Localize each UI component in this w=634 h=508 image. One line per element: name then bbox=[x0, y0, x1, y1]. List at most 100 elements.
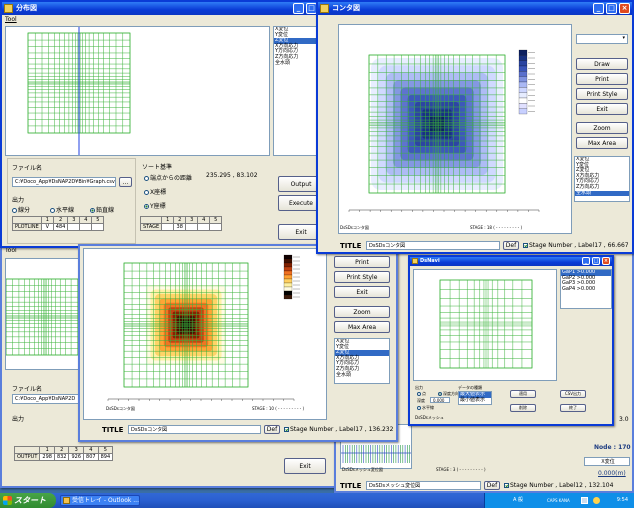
top-dropdown[interactable]: ▾ bbox=[576, 34, 628, 44]
mid-exit-button[interactable]: Exit bbox=[334, 286, 390, 298]
small-dir-list[interactable]: 最大値表示 最小値表示 bbox=[458, 391, 492, 405]
back-output-table[interactable]: 1 2 3 4 5 OUTPUT 298 832 926 807 894 bbox=[13, 446, 114, 461]
small-depth-input[interactable]: 0.000 bbox=[430, 397, 450, 403]
plotline-cell[interactable]: 484 bbox=[52, 223, 69, 231]
mesh-stage-check-icon[interactable] bbox=[504, 483, 509, 488]
plotline-cell[interactable] bbox=[91, 223, 105, 231]
radio-vertical-icon[interactable] bbox=[90, 208, 95, 213]
radio-line[interactable]: 線分 bbox=[12, 205, 30, 214]
small-delete-button[interactable]: 削除 bbox=[510, 404, 536, 412]
small-radio-vertical-label: 深度方向 bbox=[443, 391, 459, 396]
small-radio-vertical-icon[interactable] bbox=[438, 392, 442, 396]
mid-stage-checkbox[interactable]: Stage Number , Label17 , 136.232 bbox=[284, 426, 393, 433]
small-minimize-icon[interactable]: _ bbox=[582, 257, 590, 265]
top-print-style-button[interactable]: Print Style bbox=[576, 88, 628, 100]
small-radio-point[interactable]: 点 bbox=[417, 391, 426, 397]
plotline-table[interactable]: 1 2 3 4 5 PLOTLINE V 484 bbox=[12, 216, 105, 231]
top-def-button[interactable]: Def bbox=[503, 241, 519, 250]
tray-network-icon[interactable] bbox=[581, 497, 588, 504]
stage-cell[interactable] bbox=[185, 223, 199, 231]
small-dir-list-item[interactable]: 最小値表示 bbox=[459, 397, 491, 404]
mid-max-area-button[interactable]: Max Area bbox=[334, 321, 390, 333]
plotline-cell[interactable] bbox=[79, 223, 93, 231]
back-output-cell[interactable]: 807 bbox=[83, 453, 99, 461]
stage-cell[interactable] bbox=[209, 223, 223, 231]
small-close-icon[interactable]: × bbox=[602, 257, 610, 265]
small-plot-area bbox=[413, 269, 557, 381]
small-radio-horizontal[interactable]: 水平線 bbox=[417, 405, 434, 411]
mid-title-input[interactable]: DsSDsコンタ図 bbox=[128, 425, 261, 434]
mesh-title-input[interactable]: DsSDsメッシュ変位図 bbox=[366, 481, 481, 490]
sort-opt-x-icon[interactable] bbox=[144, 190, 149, 195]
sort-opt-y-icon[interactable] bbox=[144, 204, 149, 209]
sort-opt-distance-icon[interactable] bbox=[144, 176, 149, 181]
legend-swatch bbox=[283, 294, 293, 300]
stage-cell[interactable]: 38 bbox=[173, 223, 187, 231]
mesh-def-button[interactable]: Def bbox=[484, 481, 500, 490]
plotline-row-label: PLOTLINE bbox=[12, 223, 42, 231]
distribution-plot-area bbox=[5, 26, 270, 156]
top-variable-list[interactable]: X変位 Y変位 Z変位 X方向応力 Y方向応力 Z方向応力 全水頭 bbox=[574, 156, 630, 202]
distribution-titlebar[interactable]: 分布図 _ □ × bbox=[2, 2, 332, 15]
small-gap-list-item[interactable]: GaP4 >0.000 bbox=[561, 286, 611, 293]
top-list-item[interactable]: 全水頭 bbox=[575, 190, 629, 197]
mid-print-style-button[interactable]: Print Style bbox=[334, 271, 390, 283]
small-apply-button[interactable]: 適用 bbox=[510, 390, 536, 398]
top-print-button[interactable]: Print bbox=[576, 73, 628, 85]
stage-cell[interactable] bbox=[161, 223, 175, 231]
contour-maximize-icon[interactable]: □ bbox=[606, 3, 617, 14]
start-button[interactable]: スタート bbox=[0, 493, 56, 508]
menu-tool[interactable]: Tool bbox=[2, 15, 332, 25]
back-output-cell[interactable]: 894 bbox=[97, 453, 114, 461]
browse-button[interactable]: ... bbox=[119, 177, 132, 187]
small-exit-button[interactable]: 終了 bbox=[560, 404, 586, 412]
back-output-cell[interactable]: 832 bbox=[53, 453, 70, 461]
back-exit-button[interactable]: Exit bbox=[284, 458, 326, 474]
top-exit-button[interactable]: Exit bbox=[576, 103, 628, 115]
back-output-cell[interactable]: 926 bbox=[68, 453, 85, 461]
top-max-area-button[interactable]: Max Area bbox=[576, 137, 628, 149]
top-title-input[interactable]: DsSDsコンタ図 bbox=[366, 241, 500, 250]
file-path-input[interactable]: C:¥Doco_App¥DsNAP2D¥Bin¥Graph.csv bbox=[12, 177, 116, 187]
radio-vertical[interactable]: 鉛直線 bbox=[90, 205, 114, 214]
tray-volume-icon[interactable] bbox=[593, 497, 600, 504]
mid-stage-check-icon[interactable] bbox=[284, 427, 289, 432]
mid-variable-list[interactable]: X変位 Y変位 Z変位 X方向応力 Y方向応力 Z方向応力 全水頭 bbox=[334, 338, 390, 384]
back-output-cell[interactable]: 298 bbox=[39, 453, 55, 461]
sort-opt-x[interactable]: X座標 bbox=[144, 187, 166, 196]
sort-opt-distance[interactable]: 端点からの距離 bbox=[144, 173, 192, 182]
radio-horizontal[interactable]: 水平線 bbox=[50, 205, 74, 214]
small-radio-point-icon[interactable] bbox=[417, 392, 421, 396]
small-csv-button[interactable]: CSV出力 bbox=[560, 390, 586, 398]
mid-list-item[interactable]: 全水頭 bbox=[335, 372, 389, 379]
plotline-cell[interactable] bbox=[67, 223, 81, 231]
back-output-header-cell: 5 bbox=[97, 446, 114, 454]
top-stage-check-icon[interactable] bbox=[523, 243, 528, 248]
contour-minimize-icon[interactable]: _ bbox=[593, 3, 604, 14]
radio-line-icon[interactable] bbox=[12, 208, 17, 213]
plotline-cell[interactable]: V bbox=[40, 223, 54, 231]
small-radio-horizontal-icon[interactable] bbox=[417, 406, 421, 410]
mid-zoom-button[interactable]: Zoom bbox=[334, 306, 390, 318]
top-stage-checkbox[interactable]: Stage Number , Label17 , 66.667 bbox=[523, 242, 629, 249]
tray-ime[interactable]: A 般 bbox=[513, 493, 523, 508]
radio-horizontal-icon[interactable] bbox=[50, 208, 55, 213]
mesh-direction-field[interactable]: X変位 bbox=[584, 457, 630, 466]
taskbar-item-outlook[interactable]: 受信トレイ - Outlook ... bbox=[60, 495, 140, 506]
back-file-path-input[interactable]: C:¥Doco_App¥DsNAP2D bbox=[12, 394, 80, 404]
small-gap-list[interactable]: GaP1 >0.000 GaP2 >0.000 GaP3 >0.000 GaP4 >0… bbox=[560, 269, 612, 309]
small-maximize-icon[interactable]: □ bbox=[592, 257, 600, 265]
contour-close-icon[interactable]: × bbox=[619, 3, 630, 14]
stage-cell[interactable] bbox=[197, 223, 211, 231]
draw-button[interactable]: Draw bbox=[576, 58, 628, 70]
small-dialog-titlebar[interactable]: DsNavi _ □ × bbox=[410, 257, 612, 266]
top-dropdown-arrow-icon[interactable]: ▾ bbox=[622, 35, 625, 42]
stage-table[interactable]: 1 2 3 4 5 STAGE 38 bbox=[139, 216, 223, 231]
top-zoom-button[interactable]: Zoom bbox=[576, 122, 628, 134]
contour-titlebar[interactable]: コンタ図 _ □ × bbox=[318, 2, 632, 15]
minimize-icon[interactable]: _ bbox=[293, 3, 304, 14]
mid-print-button[interactable]: Print bbox=[334, 256, 390, 268]
mid-def-button[interactable]: Def bbox=[264, 425, 280, 434]
sort-opt-y[interactable]: Y座標 bbox=[144, 201, 166, 210]
mesh-stage-checkbox[interactable]: Stage Number , Label12 , 132.104 bbox=[504, 482, 613, 489]
